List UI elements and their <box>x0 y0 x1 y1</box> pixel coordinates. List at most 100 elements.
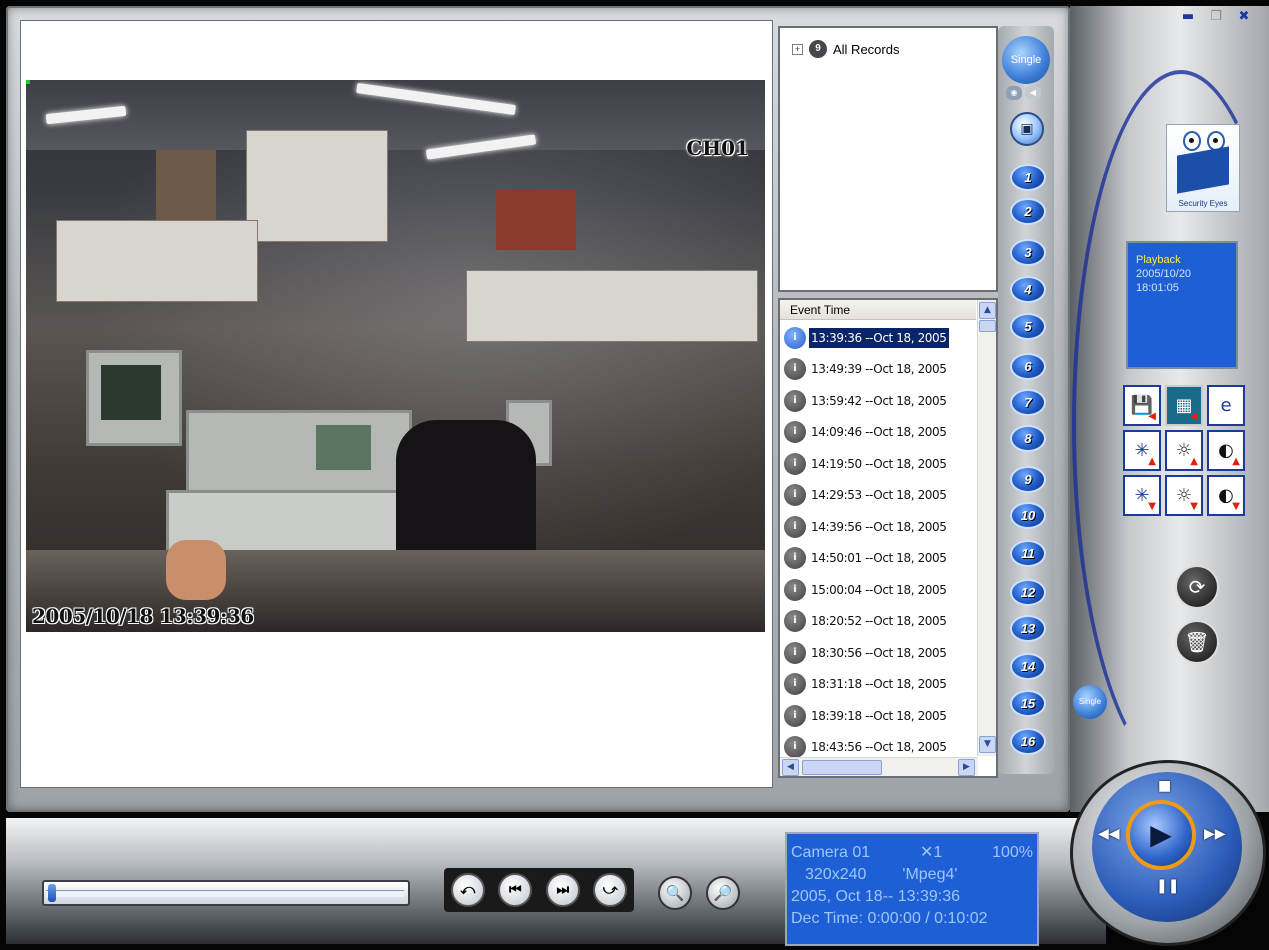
snapshot-button[interactable]: ▣ <box>1010 112 1044 146</box>
event-icon: i <box>784 610 806 633</box>
shelf-box <box>156 150 216 220</box>
video-resolution: 320x240 <box>805 866 867 883</box>
sharpness-up-icon[interactable]: ✳ ▲ <box>1123 430 1161 471</box>
audio-toggle-icon[interactable]: ◀ <box>1025 86 1041 100</box>
event-time: 14:19:50 --Oct 18, 2005 <box>811 456 947 471</box>
progress-thumb[interactable] <box>48 884 56 902</box>
event-row[interactable]: i 13:39:36 --Oct 18, 2005 <box>784 322 974 354</box>
scroll-thumb[interactable] <box>979 320 996 332</box>
restore-icon[interactable]: ❐ <box>1206 10 1226 24</box>
camera-toggle-icon[interactable]: ◉ <box>1006 86 1022 100</box>
oscilloscope <box>186 410 412 496</box>
recording-indicator <box>26 80 30 84</box>
event-row[interactable]: i 14:50:01 --Oct 18, 2005 <box>784 543 974 575</box>
brightness-down-icon[interactable]: ☼ ▼ <box>1165 475 1203 516</box>
channel-button-2[interactable]: 2 <box>1010 198 1046 225</box>
vertical-scrollbar[interactable]: ▲ ▼ <box>977 300 996 756</box>
channel-button-6[interactable]: 6 <box>1010 353 1046 380</box>
single-small-button[interactable]: Single <box>1073 685 1107 719</box>
close-icon[interactable]: ✖ <box>1234 10 1254 24</box>
minimize-icon[interactable]: ▬ <box>1178 10 1198 24</box>
channel-button-1[interactable]: 1 <box>1010 164 1046 191</box>
single-view-button[interactable]: Single <box>1002 36 1050 84</box>
contrast-up-icon[interactable]: ◐ ▲ <box>1207 430 1245 471</box>
horizontal-scrollbar[interactable]: ◀ ▶ <box>780 757 978 776</box>
event-row[interactable]: i 18:39:18 --Oct 18, 2005 <box>784 700 974 732</box>
trash-icon[interactable]: 🗑 <box>1175 620 1219 664</box>
progress-track <box>46 890 404 897</box>
event-row[interactable]: i 18:30:56 --Oct 18, 2005 <box>784 637 974 669</box>
play-button[interactable]: ▶ <box>1126 800 1196 870</box>
event-time: 13:59:42 --Oct 18, 2005 <box>811 393 947 408</box>
records-tree-panel: + 9 All Records <box>778 26 998 292</box>
channel-button-9[interactable]: 9 <box>1010 466 1046 493</box>
channel-button-3[interactable]: 3 <box>1010 239 1046 266</box>
brightness-up-icon[interactable]: ☼ ▲ <box>1165 430 1203 471</box>
channel-button-8[interactable]: 8 <box>1010 425 1046 452</box>
logo-building <box>1177 146 1229 194</box>
event-row[interactable]: i 14:19:50 --Oct 18, 2005 <box>784 448 974 480</box>
channel-button-5[interactable]: 5 <box>1010 313 1046 340</box>
event-icon: i <box>784 358 806 381</box>
event-icon: i <box>784 704 806 727</box>
sharpness-down-icon[interactable]: ✳ ▼ <box>1123 475 1161 516</box>
zoom-out-icon[interactable]: 🔍 <box>658 876 692 910</box>
status-mode: Playback <box>1136 254 1181 266</box>
shelf-papers <box>56 220 258 302</box>
channel-button-10[interactable]: 10 <box>1010 502 1046 529</box>
info-line-2: 320x240 'Mpeg4' <box>791 864 1033 886</box>
contrast-down-icon[interactable]: ◐ ▼ <box>1207 475 1245 516</box>
channel-button-16[interactable]: 16 <box>1010 728 1046 755</box>
channel-button-12[interactable]: 12 <box>1010 579 1046 606</box>
shelf-boxes <box>246 130 388 242</box>
info-line-1: Camera 01 ✕1 100% <box>791 842 1033 864</box>
oscilloscope-screen <box>316 425 371 470</box>
previous-record-icon[interactable]: ⏮ <box>498 873 533 907</box>
scroll-up-icon[interactable]: ▲ <box>979 302 996 319</box>
expand-icon[interactable]: + <box>792 43 803 55</box>
save-record-icon[interactable]: 💾 ◀ <box>1123 385 1161 426</box>
event-icon: i <box>784 736 806 759</box>
fast-forward-icon[interactable]: ▶▶ <box>1204 826 1226 842</box>
event-row[interactable]: i 14:29:53 --Oct 18, 2005 <box>784 480 974 512</box>
channel-button-14[interactable]: 14 <box>1010 653 1046 680</box>
camera-video-view[interactable]: CH01 2005/10/18 13:39:36 <box>26 80 765 632</box>
ie-browser-icon[interactable]: e <box>1207 385 1245 426</box>
channel-button-4[interactable]: 4 <box>1010 276 1046 303</box>
event-row[interactable]: i 14:09:46 --Oct 18, 2005 <box>784 417 974 449</box>
scroll-right-icon[interactable]: ▶ <box>958 759 975 776</box>
channel-button-7[interactable]: 7 <box>1010 389 1046 416</box>
scroll-left-icon[interactable]: ◀ <box>782 759 799 776</box>
last-record-icon[interactable]: ⤻ <box>593 873 628 907</box>
tree-root-all-records[interactable]: + 9 All Records <box>792 40 899 58</box>
event-time-header[interactable]: Event Time <box>780 300 976 320</box>
event-icon: i <box>784 484 806 507</box>
playback-progress-slider[interactable] <box>42 880 410 906</box>
horizontal-scroll-thumb[interactable] <box>802 760 882 775</box>
event-row[interactable]: i 18:20:52 --Oct 18, 2005 <box>784 606 974 638</box>
event-time: 18:30:56 --Oct 18, 2005 <box>811 645 947 660</box>
zoom-in-icon[interactable]: 🔎 <box>706 876 740 910</box>
event-icon: i <box>784 547 806 570</box>
event-icon: i <box>784 326 806 349</box>
event-icon: i <box>784 421 806 444</box>
decode-time: Dec Time: 0:00:00 / 0:10:02 <box>791 910 988 927</box>
channel-button-15[interactable]: 15 <box>1010 690 1046 717</box>
next-record-icon[interactable]: ⏭ <box>545 873 580 907</box>
pause-icon[interactable]: ❚❚ <box>1156 878 1179 894</box>
channel-button-11[interactable]: 11 <box>1010 540 1046 567</box>
channel-button-13[interactable]: 13 <box>1010 615 1046 642</box>
event-icon: i <box>784 578 806 601</box>
rewind-icon[interactable]: ◀◀ <box>1098 826 1120 842</box>
stop-icon[interactable]: ■ <box>1158 778 1171 794</box>
video-codec: 'Mpeg4' <box>902 866 958 883</box>
event-row[interactable]: i 18:31:18 --Oct 18, 2005 <box>784 669 974 701</box>
export-video-icon[interactable]: ▦ ◀ <box>1165 385 1203 426</box>
event-row[interactable]: i 13:59:42 --Oct 18, 2005 <box>784 385 974 417</box>
event-row[interactable]: i 15:00:04 --Oct 18, 2005 <box>784 574 974 606</box>
refresh-icon[interactable]: ⟳ <box>1175 565 1219 609</box>
event-row[interactable]: i 14:39:56 --Oct 18, 2005 <box>784 511 974 543</box>
scroll-down-icon[interactable]: ▼ <box>979 736 996 753</box>
event-row[interactable]: i 13:49:39 --Oct 18, 2005 <box>784 354 974 386</box>
first-record-icon[interactable]: ⤺ <box>450 873 485 907</box>
